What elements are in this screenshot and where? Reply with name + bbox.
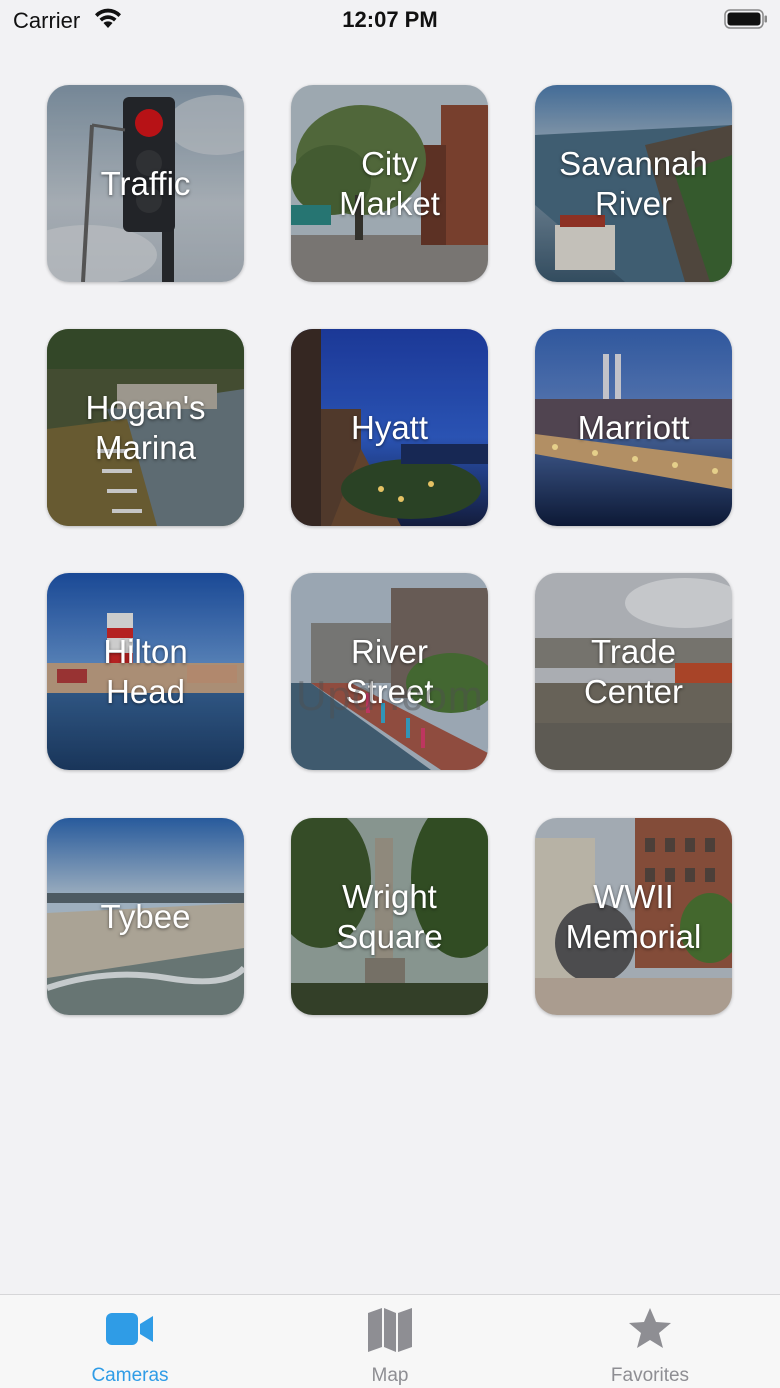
- tile-label: Marriott: [577, 408, 690, 446]
- tile-label: Wright Square: [336, 877, 443, 955]
- tile-label: City Market: [339, 144, 440, 222]
- map-icon: [368, 1308, 412, 1352]
- camera-tile-city-market[interactable]: City Market: [291, 85, 488, 282]
- tab-bar: Cameras Map Favorites: [0, 1294, 780, 1388]
- camera-tile-hyatt[interactable]: Hyatt: [291, 329, 488, 526]
- tab-cameras[interactable]: Cameras: [0, 1295, 260, 1388]
- tile-label: Hyatt: [350, 408, 429, 446]
- camera-tile-savannah-river[interactable]: Savannah River: [535, 85, 732, 282]
- camera-tile-wright-square[interactable]: Wright Square: [291, 818, 488, 1015]
- tab-label: Favorites: [610, 1365, 690, 1386]
- camera-tile-tybee[interactable]: Tybee: [47, 818, 244, 1015]
- camera-tile-wwii-memorial[interactable]: WWII Memorial: [535, 818, 732, 1015]
- star-icon: [629, 1308, 671, 1348]
- camera-tile-traffic[interactable]: Traffic: [47, 85, 244, 282]
- tab-label: Cameras: [91, 1365, 169, 1386]
- tab-label: Map: [371, 1365, 409, 1386]
- tab-favorites[interactable]: Favorites: [520, 1295, 780, 1388]
- tile-label: Savannah River: [559, 144, 708, 222]
- video-camera-icon: [106, 1313, 153, 1345]
- tab-map[interactable]: Map: [260, 1295, 520, 1388]
- camera-grid: Traffic City Market Savannah River Hogan…: [0, 0, 780, 1290]
- tile-label: Traffic: [100, 164, 191, 202]
- tile-label: Hogan's Marina: [85, 388, 206, 466]
- tile-label: Tybee: [100, 897, 191, 935]
- watermark: Upd .com: [296, 672, 484, 719]
- tile-label: WWII Memorial: [565, 877, 702, 955]
- camera-tile-hogans-marina[interactable]: Hogan's Marina: [47, 329, 244, 526]
- camera-tile-marriott[interactable]: Marriott: [535, 329, 732, 526]
